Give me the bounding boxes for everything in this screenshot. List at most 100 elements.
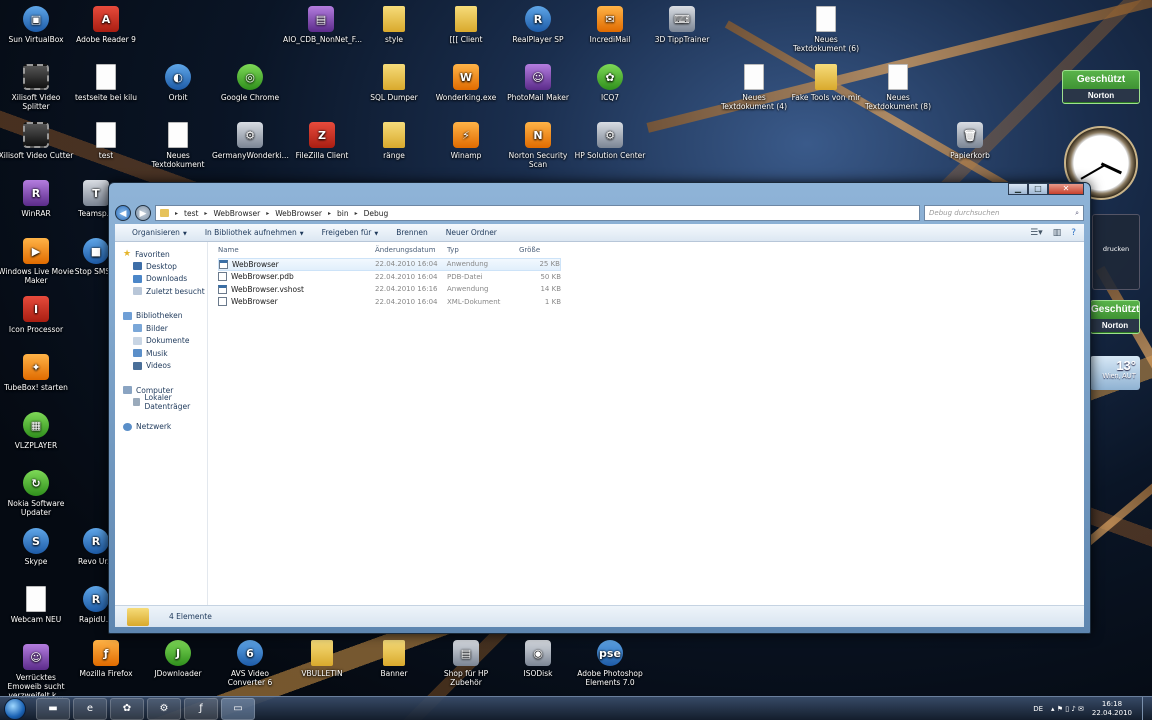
desktop-icon[interactable]: pse Adobe Photoshop Elements 7.0 bbox=[572, 640, 648, 687]
desktop-icon[interactable]: 6 AVS Video Converter 6 bbox=[212, 640, 288, 687]
taskbar-clock[interactable]: 16:18 22.04.2010 bbox=[1092, 700, 1132, 718]
desktop-icon[interactable]: ränge bbox=[356, 122, 432, 160]
breadcrumb-separator-icon[interactable]: ▸ bbox=[328, 210, 331, 217]
preview-pane-icon[interactable]: ▥ bbox=[1053, 228, 1062, 238]
desktop-icon[interactable]: ⚡ Winamp bbox=[428, 122, 504, 160]
breadcrumb-separator-icon[interactable]: ▸ bbox=[175, 210, 178, 217]
desktop-icon[interactable]: R RealPlayer SP bbox=[500, 6, 576, 44]
desktop-icon[interactable]: Xilisoft Video Splitter bbox=[0, 64, 74, 111]
desktop-icon[interactable]: 🗑 Papierkorb bbox=[932, 122, 1008, 160]
taskbar-firefox-icon[interactable]: ƒ bbox=[184, 697, 218, 720]
norton-gadget[interactable]: Geschützt Norton bbox=[1062, 70, 1140, 104]
forward-button[interactable]: ▶ bbox=[135, 205, 151, 221]
desktop-icon[interactable]: ⚙ HP Solution Center bbox=[572, 122, 648, 160]
desktop-icon[interactable]: ⚙ GermanyWonderki... bbox=[212, 122, 289, 160]
desktop-icon[interactable]: ✉ IncrediMail bbox=[572, 6, 648, 44]
nav-item[interactable]: Downloads bbox=[115, 273, 207, 286]
desktop-icon[interactable]: ◎ Google Chrome bbox=[212, 64, 288, 102]
toolbar-button[interactable]: Neuer Ordner bbox=[437, 228, 506, 237]
desktop-icon[interactable]: SQL Dumper bbox=[356, 64, 432, 102]
column-date[interactable]: Änderungsdatum bbox=[375, 246, 447, 254]
desktop-icon[interactable]: Neues Textdokument bbox=[140, 122, 216, 169]
desktop-icon[interactable]: ☺Verrücktes Emoweib sucht verzweifelt k.… bbox=[0, 644, 74, 700]
desktop-icon[interactable]: ✿ ICQ7 bbox=[572, 64, 648, 102]
desktop-icon[interactable]: ✦ TubeBox! starten bbox=[0, 354, 74, 392]
file-row[interactable]: WebBrowser.pdb 22.04.2010 16:04 PDB-Datei 5… bbox=[218, 271, 1084, 284]
desktop-icon[interactable]: W Wonderking.exe bbox=[428, 64, 504, 102]
desktop-icon[interactable]: I Icon Processor bbox=[0, 296, 74, 334]
desktop-icon[interactable]: ◉ ISODisk bbox=[500, 640, 576, 678]
desktop-icon[interactable]: Neues Textdokument (6) bbox=[788, 6, 864, 53]
desktop-icon[interactable]: Banner bbox=[356, 640, 432, 678]
desktop-icon[interactable]: A Adobe Reader 9 bbox=[68, 6, 144, 44]
toolbar-button[interactable]: In Bibliothek aufnehmen ▼ bbox=[196, 228, 313, 237]
desktop-icon[interactable]: ◐ Orbit bbox=[140, 64, 216, 102]
nav-item[interactable]: Videos bbox=[115, 360, 207, 373]
view-options-icon[interactable]: ☰▾ bbox=[1030, 228, 1043, 238]
nav-item[interactable]: Desktop bbox=[115, 260, 207, 273]
weather-gadget[interactable]: 13° Wien, AUT bbox=[1090, 356, 1140, 390]
toolbar-button[interactable]: Brennen bbox=[387, 228, 437, 237]
taskbar-explorer-icon[interactable]: ▬ bbox=[36, 697, 70, 720]
breadcrumb-separator-icon[interactable]: ▸ bbox=[266, 210, 269, 217]
desktop-icon[interactable]: Z FileZilla Client bbox=[284, 122, 360, 160]
norton-gadget-2[interactable]: Geschützt Norton bbox=[1090, 300, 1140, 334]
show-desktop-button[interactable] bbox=[1142, 696, 1152, 720]
desktop-icon[interactable]: ⌨ 3D TippTrainer bbox=[644, 6, 720, 44]
desktop-icon[interactable]: VBULLETIN bbox=[284, 640, 360, 678]
taskbar-app-icon[interactable]: ⚙ bbox=[147, 697, 181, 720]
breadcrumb-item[interactable]: WebBrowser bbox=[275, 209, 322, 218]
desktop-icon[interactable]: ↻ Nokia Software Updater bbox=[0, 470, 74, 517]
toolbar-button[interactable]: Freigeben für ▼ bbox=[313, 228, 388, 237]
desktop-icon[interactable]: ☺ PhotoMail Maker bbox=[500, 64, 576, 102]
column-type[interactable]: Typ bbox=[447, 246, 519, 254]
toolbar-button[interactable]: Organisieren ▼ bbox=[123, 228, 196, 237]
help-icon[interactable]: ? bbox=[1071, 228, 1076, 238]
back-button[interactable]: ◀ bbox=[115, 205, 131, 221]
search-input[interactable]: Debug durchsuchen ⌕ bbox=[924, 205, 1084, 221]
maximize-button[interactable]: □ bbox=[1028, 183, 1048, 195]
explorer-window[interactable]: ▁ □ ✕ ◀ ▶ ▸ test ▸ WebBrowser ▸ WebBrowser ▸ bi… bbox=[108, 182, 1091, 634]
desktop-icon[interactable]: ▦ VLZPLAYER bbox=[0, 412, 74, 450]
column-name[interactable]: Name bbox=[218, 246, 375, 254]
nav-item[interactable]: Musik bbox=[115, 347, 207, 360]
column-size[interactable]: Größe bbox=[519, 246, 561, 254]
breadcrumb-item[interactable]: Debug bbox=[364, 209, 389, 218]
desktop-icon[interactable]: ▣ Sun VirtualBox bbox=[0, 6, 74, 44]
file-row[interactable]: WebBrowser.vshost 22.04.2010 16:16 Anwendu… bbox=[218, 283, 1084, 296]
desktop-icon[interactable]: Neues Textdokument (4) bbox=[716, 64, 792, 111]
desktop-icon[interactable]: Fake Tools von mir bbox=[788, 64, 864, 102]
desktop-icon[interactable]: [[[ Client bbox=[428, 6, 504, 44]
breadcrumb-separator-icon[interactable]: ▸ bbox=[355, 210, 358, 217]
file-row[interactable]: WebBrowser 22.04.2010 16:04 XML-Dokument 1 … bbox=[218, 296, 1084, 309]
file-row[interactable]: WebBrowser 22.04.2010 16:04 Anwendung 25 KB bbox=[218, 258, 561, 271]
desktop-icon[interactable]: ƒ Mozilla Firefox bbox=[68, 640, 144, 678]
desktop-icon[interactable]: J JDownloader bbox=[140, 640, 216, 678]
desktop-icon[interactable]: style bbox=[356, 6, 432, 44]
taskbar-icq-icon[interactable]: ✿ bbox=[110, 697, 144, 720]
breadcrumb-separator-icon[interactable]: ▸ bbox=[204, 210, 207, 217]
desktop-icon[interactable]: ▤ Shop für HP Zubehör bbox=[428, 640, 504, 687]
printer-gadget[interactable]: drucken bbox=[1092, 214, 1140, 290]
nav-item[interactable]: Zuletzt besucht bbox=[115, 285, 207, 298]
desktop-icon[interactable]: testseite bei kilu bbox=[68, 64, 144, 102]
taskbar-internet-explorer-icon[interactable]: e bbox=[73, 697, 107, 720]
taskbar-explorer-window-icon[interactable]: ▭ bbox=[221, 697, 255, 720]
nav-favorites[interactable]: ★ Favoriten bbox=[115, 248, 207, 260]
desktop-icon[interactable]: test bbox=[68, 122, 144, 160]
start-button[interactable] bbox=[4, 697, 26, 720]
nav-item[interactable]: Lokaler Datenträger bbox=[115, 393, 207, 411]
nav-item[interactable]: Dokumente bbox=[115, 334, 207, 347]
desktop-icon[interactable]: Xilisoft Video Cutter bbox=[0, 122, 74, 160]
tray-icons[interactable]: ▴ ⚑ ▯ ♪ ✉ bbox=[1051, 705, 1084, 713]
desktop-icon[interactable]: N Norton Security Scan bbox=[500, 122, 576, 169]
desktop-icon[interactable]: ▤ AIO_CDB_NonNet_F... bbox=[283, 6, 362, 44]
breadcrumb-item[interactable]: test bbox=[184, 209, 198, 218]
language-indicator[interactable]: DE bbox=[1033, 705, 1043, 713]
nav-network[interactable]: Netzwerk bbox=[115, 421, 207, 433]
breadcrumb-item[interactable]: WebBrowser bbox=[213, 209, 260, 218]
breadcrumb-item[interactable]: bin bbox=[337, 209, 349, 218]
address-bar[interactable]: ▸ test ▸ WebBrowser ▸ WebBrowser ▸ bin ▸ Debug bbox=[155, 205, 920, 221]
minimize-button[interactable]: ▁ bbox=[1008, 183, 1028, 195]
close-button[interactable]: ✕ bbox=[1048, 183, 1084, 195]
